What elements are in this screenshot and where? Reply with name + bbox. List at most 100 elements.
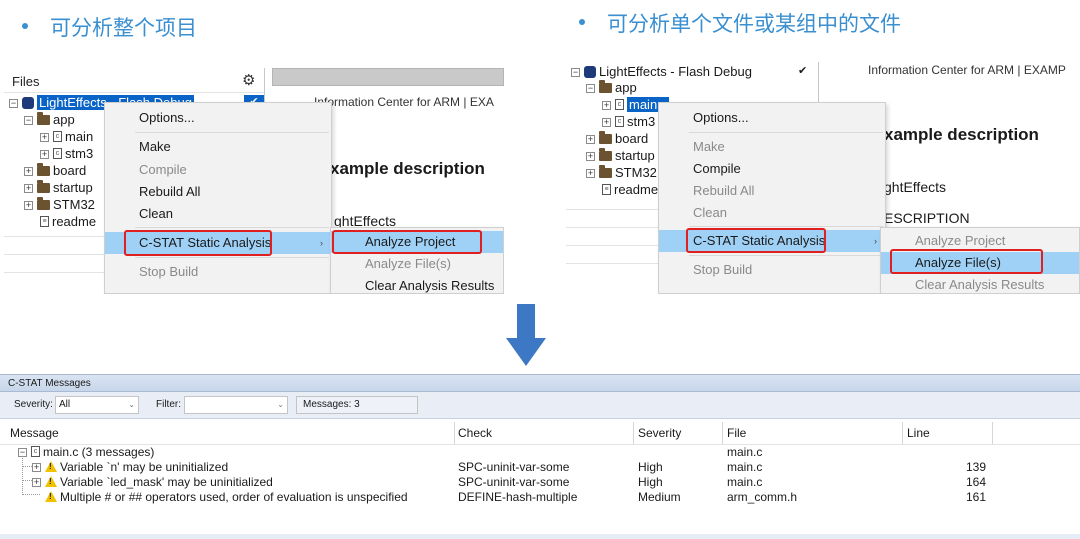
column-header-line[interactable]: Line: [907, 426, 930, 440]
bullet-icon: [22, 23, 28, 29]
tree-item-stm32[interactable]: + STM32: [24, 196, 95, 214]
folder-icon: [37, 179, 50, 193]
submenu-arrow-icon: ›: [320, 238, 323, 248]
text-file-icon: ≡: [40, 216, 49, 228]
expand-icon[interactable]: +: [586, 169, 595, 179]
info-center-tab[interactable]: Information Center for ARM | EXA: [314, 95, 494, 109]
menu-item-compile[interactable]: Compile: [659, 158, 885, 180]
menu-item-stop-build[interactable]: Stop Build: [659, 259, 885, 281]
analyze-files-highlight-box: [890, 249, 1043, 274]
expand-icon[interactable]: +: [24, 184, 33, 194]
message-row[interactable]: +Variable `n' may be uninitialized: [32, 460, 228, 474]
row-line: 139: [966, 460, 987, 474]
expand-icon[interactable]: +: [24, 201, 33, 211]
analyze-project-highlight-box: [332, 230, 482, 254]
menu-item-clean[interactable]: Clean: [659, 202, 885, 224]
menu-item-stop-build[interactable]: Stop Build: [105, 261, 331, 283]
cstat-messages-window: C-STAT Messages Severity: All ⌄ Filter: …: [0, 374, 1080, 539]
collapse-icon[interactable]: −: [586, 84, 595, 94]
expand-icon[interactable]: +: [602, 101, 611, 111]
folder-icon: [599, 147, 612, 161]
column-header-severity[interactable]: Severity: [638, 426, 681, 440]
collapse-icon[interactable]: −: [9, 99, 18, 109]
message-row[interactable]: +Variable `led_mask' may be uninitialize…: [32, 475, 273, 489]
tree-item-stm3[interactable]: + c stm3: [602, 114, 655, 131]
folder-icon: [599, 130, 612, 144]
menu-item-rebuild-all[interactable]: Rebuild All: [659, 180, 885, 202]
menu-item-clean[interactable]: Clean: [105, 203, 331, 225]
expand-icon[interactable]: +: [586, 135, 595, 145]
submenu-item-clear-results[interactable]: Clear Analysis Results: [331, 275, 503, 294]
expand-icon[interactable]: +: [586, 152, 595, 162]
tree-item-readme[interactable]: ≡ readme: [602, 182, 658, 199]
row-severity: High: [638, 460, 663, 474]
menu-item-compile[interactable]: Compile: [105, 159, 331, 181]
folder-icon: [37, 196, 50, 210]
tree-item-stm32[interactable]: + STM32: [586, 164, 657, 182]
severity-label: Severity:: [14, 399, 53, 410]
row-line: 161: [966, 490, 987, 504]
message-group-row[interactable]: − c main.c (3 messages): [18, 445, 154, 459]
tree-item-startup[interactable]: + startup: [586, 147, 655, 165]
right-ide-screenshot: − LightEffects - Flash Debug ✔ − app + c mai…: [566, 62, 1080, 294]
example-description-title: xample description: [330, 159, 485, 178]
expand-icon[interactable]: +: [24, 167, 33, 177]
expand-icon[interactable]: +: [32, 478, 41, 488]
menu-item-rebuild-all[interactable]: Rebuild All: [105, 181, 331, 203]
left-ide-screenshot: Files ⚙ −LightEffects - Flash Debug ✔ −a…: [4, 68, 504, 294]
tree-item-readme[interactable]: ≡ readme: [40, 214, 96, 231]
text-file-icon: ≡: [602, 184, 611, 196]
menu-item-options[interactable]: Options...: [105, 107, 331, 129]
tree-item-main[interactable]: + c main: [40, 129, 93, 146]
tree-item-board[interactable]: + board: [586, 130, 648, 148]
menu-item-options[interactable]: Options...: [659, 107, 885, 129]
cstat-toolbar: Severity: All ⌄ Filter: ⌄ Messages: 3: [0, 392, 1080, 419]
warning-icon: [45, 461, 57, 473]
row-file: main.c: [727, 460, 763, 474]
project-icon: [22, 96, 34, 109]
check-mark-icon: ✔: [798, 65, 808, 77]
column-header-file[interactable]: File: [727, 426, 746, 440]
folder-icon: [599, 164, 612, 178]
column-header-check[interactable]: Check: [458, 426, 492, 440]
tree-item-app[interactable]: − app: [24, 111, 75, 129]
row-severity: High: [638, 475, 663, 489]
tree-item-board[interactable]: + board: [24, 162, 86, 180]
horizontal-scrollbar[interactable]: [0, 534, 1080, 539]
gear-icon[interactable]: ⚙: [242, 71, 255, 89]
expand-icon[interactable]: +: [32, 463, 41, 473]
example-description-title: xample description: [884, 125, 1039, 144]
example-name: ghtEffects: [884, 179, 947, 195]
c-file-icon: c: [53, 131, 62, 143]
severity-select[interactable]: All ⌄: [55, 396, 139, 414]
chevron-down-icon: ⌄: [128, 400, 135, 409]
tree-item-project[interactable]: −LightEffects - Flash Debug: [571, 64, 752, 81]
message-row[interactable]: Multiple # or ## operators used, order o…: [45, 490, 408, 504]
row-check: SPC-uninit-var-some: [458, 460, 570, 474]
tree-item-startup[interactable]: + startup: [24, 179, 93, 197]
row-file: main.c: [727, 475, 763, 489]
project-icon: [584, 65, 596, 78]
menu-item-make[interactable]: Make: [105, 136, 331, 158]
example-section: ESCRIPTION: [884, 210, 970, 226]
expand-icon[interactable]: +: [602, 118, 611, 128]
expand-icon[interactable]: +: [40, 150, 49, 160]
cstat-highlight-box: [686, 228, 826, 253]
tree-item-app[interactable]: − app: [586, 79, 637, 97]
submenu-arrow-icon: ›: [874, 236, 877, 246]
filter-input[interactable]: ⌄: [184, 396, 288, 414]
expand-icon[interactable]: +: [40, 133, 49, 143]
menu-item-make[interactable]: Make: [659, 136, 885, 158]
tree-item-stm3[interactable]: + c stm3: [40, 146, 93, 163]
c-file-icon: c: [53, 148, 62, 160]
submenu-item-clear-results[interactable]: Clear Analysis Results: [881, 274, 1079, 294]
row-line: 164: [966, 475, 987, 489]
collapse-icon[interactable]: −: [24, 116, 33, 126]
info-center-tab[interactable]: Information Center for ARM | EXAMP: [868, 63, 1066, 77]
chevron-down-icon: ⌄: [277, 400, 284, 409]
submenu-item-analyze-files[interactable]: Analyze File(s): [331, 253, 503, 275]
collapse-icon[interactable]: −: [571, 68, 580, 78]
column-header-message[interactable]: Message: [10, 426, 59, 440]
c-file-icon: c: [31, 446, 40, 458]
bullet-icon: [579, 19, 585, 25]
